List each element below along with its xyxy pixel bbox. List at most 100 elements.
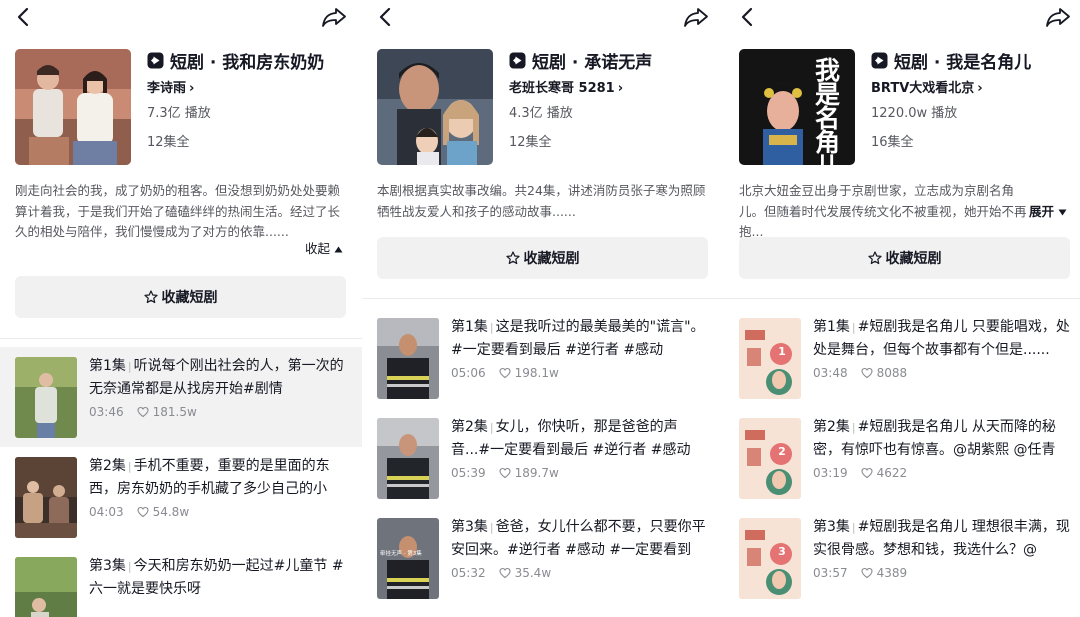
heart-outline-icon bbox=[861, 367, 873, 379]
author-name: 李诗雨 bbox=[147, 81, 187, 96]
episode-number: 第3集 bbox=[451, 519, 488, 535]
episode-thumbnail bbox=[15, 457, 77, 538]
episode-item[interactable]: 1 第1集 | #短剧我是名角儿 只要能唱戏，处处是舞台，但每个故事都有个但是...… bbox=[724, 308, 1080, 408]
episode-thumbnail bbox=[377, 418, 439, 499]
episode-badge: 3 bbox=[778, 545, 786, 558]
episode-item[interactable]: 2 第2集 | #短剧我是名角儿 从天而降的秘密，有惊吓也有惊喜。@胡紫熙 @任青 … bbox=[724, 408, 1080, 508]
drama-cover[interactable]: 我是名角儿 bbox=[739, 49, 855, 165]
collapse-toggle[interactable]: 收起 bbox=[305, 238, 343, 257]
drama-cover[interactable] bbox=[377, 49, 493, 165]
share-arrow-icon[interactable] bbox=[1044, 4, 1072, 30]
episode-badge: 2 bbox=[778, 445, 786, 458]
episode-count: 12集全 bbox=[147, 135, 190, 150]
episode-number: 第2集 bbox=[813, 419, 850, 435]
favorite-label: 收藏短剧 bbox=[161, 290, 218, 306]
episode-title: 第3集 | #短剧我是名角儿 理想很丰满，现实很骨感。梦想和钱，我选什么？@ bbox=[813, 516, 1075, 562]
play-badge-icon bbox=[871, 52, 888, 68]
episode-item[interactable]: 第1集 | 听说每个刚出社会的人，第一次的无奈通常都是从找房开始#剧情 03:46 1… bbox=[0, 347, 362, 447]
heart-outline-icon bbox=[861, 467, 873, 479]
episode-thumbnail: 1 bbox=[739, 318, 801, 399]
favorite-drama-button[interactable]: 收藏短剧 bbox=[377, 237, 708, 279]
favorite-drama-button[interactable]: 收藏短剧 bbox=[15, 276, 346, 318]
episode-likes: 4622 bbox=[876, 466, 908, 480]
episode-duration: 05:32 bbox=[451, 566, 486, 580]
episode-thumbnail: 2 bbox=[739, 418, 801, 499]
separator-bar: | bbox=[127, 460, 132, 473]
episode-meta: 03:57 4389 bbox=[813, 566, 907, 580]
heart-outline-icon bbox=[137, 506, 149, 518]
episode-number: 第1集 bbox=[451, 319, 488, 335]
episode-thumbnail: 牵挂无声 · 第3集 bbox=[377, 518, 439, 599]
separator-bar: | bbox=[489, 421, 494, 434]
episode-number: 第3集 bbox=[89, 558, 126, 574]
episode-item[interactable]: 第1集 | 这是我听过的最美最美的"谎言"。#一定要看到最后 #逆行者 #感动 05… bbox=[362, 308, 724, 408]
star-outline-icon bbox=[867, 251, 882, 265]
episode-likes: 198.1w bbox=[514, 366, 559, 380]
collapse-label: 收起 bbox=[305, 241, 331, 256]
episode-item[interactable]: 牵挂无声 · 第3集 第3集 | 爸爸，女儿什么都不要，只要你平安回来。#逆行者 #… bbox=[362, 508, 724, 608]
author-link[interactable]: BRTV大戏看北京 › bbox=[871, 77, 1076, 96]
episode-count: 12集全 bbox=[509, 135, 552, 150]
expand-label: 展开 bbox=[1029, 204, 1055, 219]
favorite-drama-button[interactable]: 收藏短剧 bbox=[739, 237, 1070, 279]
episode-likes: 181.5w bbox=[152, 405, 197, 419]
drama-title: 短剧 · 我是名角儿 bbox=[894, 52, 1032, 73]
drama-info: 短剧 · 我和房东奶奶 李诗雨 › 7.3亿 播放 12集全 bbox=[147, 49, 352, 150]
episode-title: 第1集 | #短剧我是名角儿 只要能唱戏，处处是舞台，但每个故事都有个但是.....… bbox=[813, 316, 1075, 362]
back-chevron-icon[interactable] bbox=[374, 4, 398, 30]
drama-description: 本剧根据真实故事改编。共24集，讲述消防员张子寒为照顾牺牲战友爱人和孩子的感动故… bbox=[377, 183, 706, 219]
episode-item[interactable]: 第3集 | 今天和房东奶奶一起过#儿童节 #六一就是要快乐呀 bbox=[0, 547, 362, 617]
episode-likes: 4389 bbox=[876, 566, 908, 580]
heart-outline-icon bbox=[137, 406, 149, 418]
episode-meta: 03:19 4622 bbox=[813, 466, 907, 480]
expand-toggle[interactable]: 展开 bbox=[1029, 201, 1067, 220]
chevron-right-icon: › bbox=[189, 81, 195, 96]
episode-title: 第2集 | #短剧我是名角儿 从天而降的秘密，有惊吓也有惊喜。@胡紫熙 @任青 bbox=[813, 416, 1075, 462]
separator-bar: | bbox=[127, 360, 132, 373]
episode-item[interactable]: 第2集 | 女儿，你快听，那是爸爸的声音...#一定要看到最后 #逆行者 #感动 0… bbox=[362, 408, 724, 508]
drama-title: 短剧 · 我和房东奶奶 bbox=[170, 52, 325, 73]
section-divider bbox=[362, 298, 724, 299]
share-arrow-icon[interactable] bbox=[682, 4, 710, 30]
separator-bar: | bbox=[489, 321, 494, 334]
episode-likes: 8088 bbox=[876, 366, 908, 380]
share-arrow-icon[interactable] bbox=[320, 4, 348, 30]
back-chevron-icon[interactable] bbox=[12, 4, 36, 30]
episode-item[interactable]: 3 第3集 | #短剧我是名角儿 理想很丰满，现实很骨感。梦想和钱，我选什么？@ 0… bbox=[724, 508, 1080, 608]
separator-bar: | bbox=[851, 521, 856, 534]
episode-title: 第1集 | 这是我听过的最美最美的"谎言"。#一定要看到最后 #逆行者 #感动 bbox=[451, 316, 713, 362]
episode-thumbnail bbox=[377, 318, 439, 399]
author-link[interactable]: 老班长寒哥 5281 › bbox=[509, 77, 714, 96]
author-name: BRTV大戏看北京 bbox=[871, 81, 975, 96]
drama-info: 短剧 · 我是名角儿 BRTV大戏看北京 › 1220.0w 播放 16集全 bbox=[871, 49, 1076, 150]
play-count: 7.3亿 播放 bbox=[147, 106, 211, 121]
separator-bar: | bbox=[851, 321, 856, 334]
drama-cover[interactable] bbox=[15, 49, 131, 165]
episode-likes: 35.4w bbox=[514, 566, 552, 580]
favorite-label: 收藏短剧 bbox=[523, 251, 580, 267]
episode-item[interactable]: 第2集 | 手机不重要，重要的是里面的东西，房东奶奶的手机藏了多少自己的小 04:0… bbox=[0, 447, 362, 547]
favorite-label: 收藏短剧 bbox=[885, 251, 942, 267]
episode-meta: 03:48 8088 bbox=[813, 366, 907, 380]
cover-title-art: 我是名角儿 bbox=[815, 56, 841, 165]
episode-likes: 189.7w bbox=[514, 466, 559, 480]
thumbnail-caption: 牵挂无声 · 第3集 bbox=[380, 551, 422, 557]
episode-duration: 03:57 bbox=[813, 566, 848, 580]
section-divider bbox=[724, 298, 1080, 299]
separator-bar: | bbox=[851, 421, 856, 434]
play-badge-icon bbox=[147, 52, 164, 68]
episode-title: 第2集 | 手机不重要，重要的是里面的东西，房东奶奶的手机藏了多少自己的小 bbox=[89, 455, 351, 501]
episode-badge: 1 bbox=[778, 345, 786, 358]
episode-duration: 03:48 bbox=[813, 366, 848, 380]
episode-meta: 05:39 189.7w bbox=[451, 466, 559, 480]
drama-title: 短剧 · 承诺无声 bbox=[532, 52, 653, 73]
section-divider bbox=[0, 338, 362, 339]
episode-title: 第3集 | 爸爸，女儿什么都不要，只要你平安回来。#逆行者 #感动 #一定要看到 bbox=[451, 516, 713, 562]
author-link[interactable]: 李诗雨 › bbox=[147, 77, 352, 96]
episode-thumbnail: 3 bbox=[739, 518, 801, 599]
back-chevron-icon[interactable] bbox=[736, 4, 760, 30]
star-outline-icon bbox=[143, 290, 158, 304]
episode-number: 第2集 bbox=[451, 419, 488, 435]
heart-outline-icon bbox=[861, 567, 873, 579]
episode-title: 第2集 | 女儿，你快听，那是爸爸的声音...#一定要看到最后 #逆行者 #感动 bbox=[451, 416, 713, 462]
